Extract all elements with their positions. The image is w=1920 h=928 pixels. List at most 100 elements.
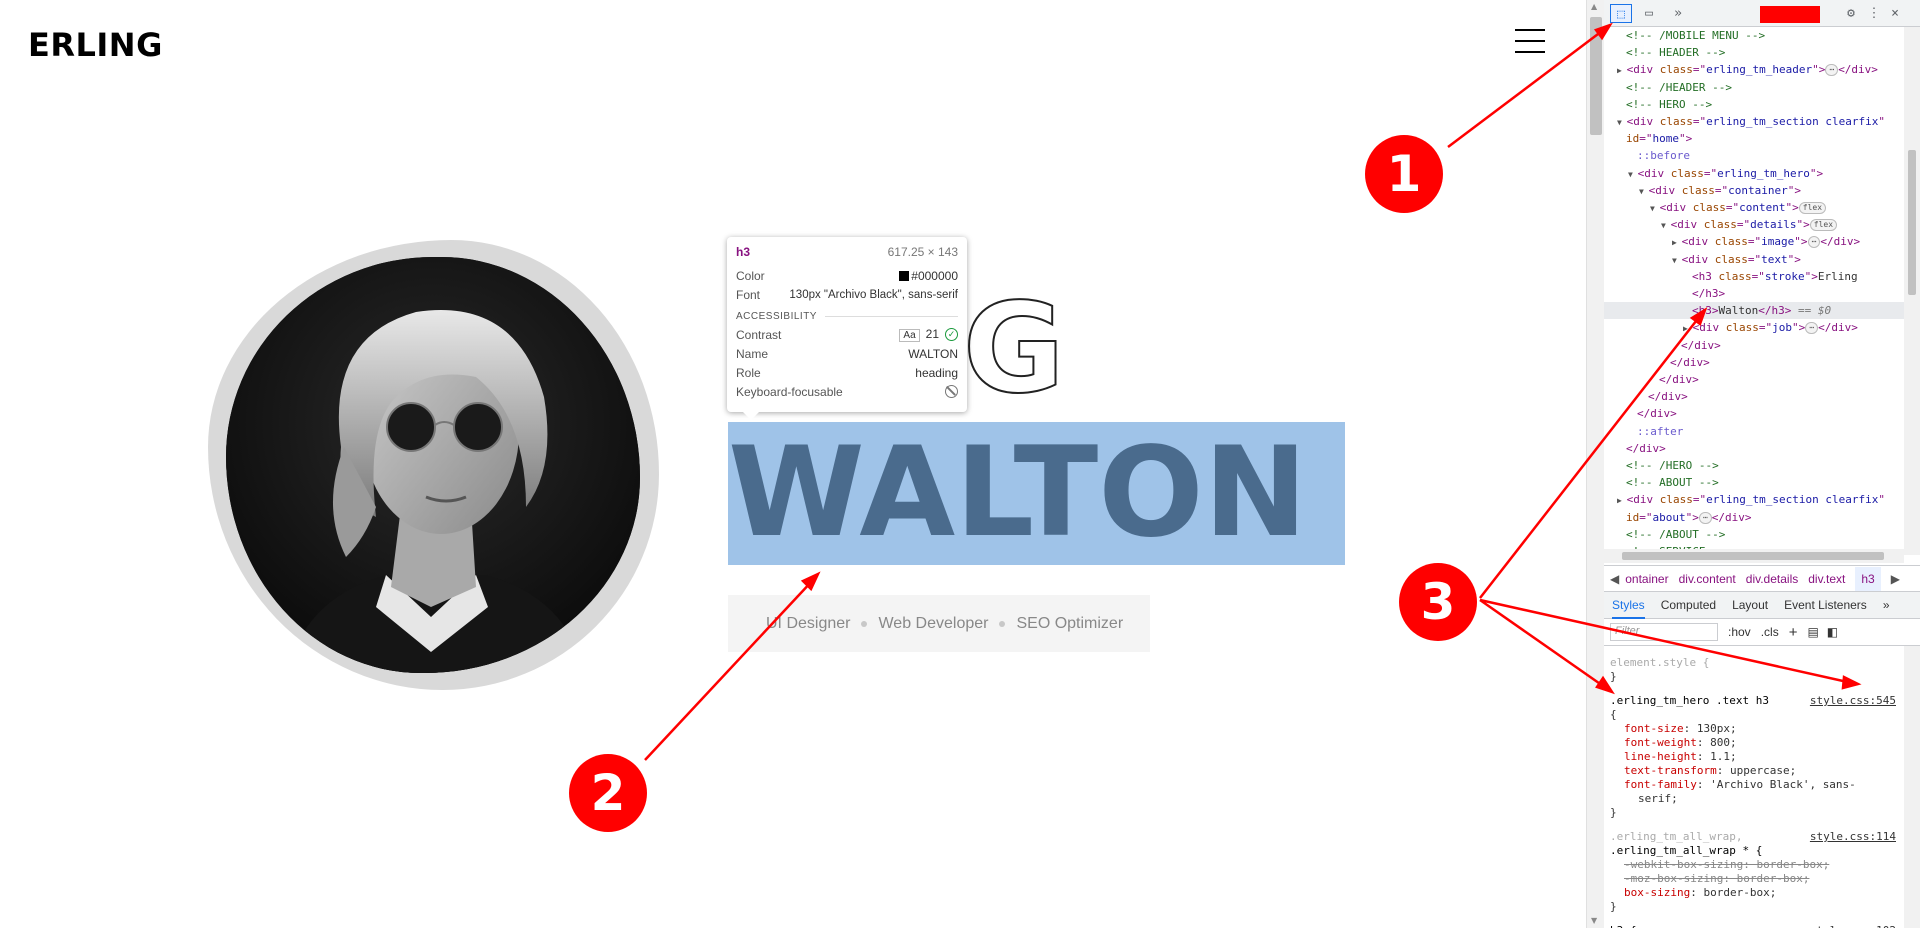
tab-event-listeners[interactable]: Event Listeners bbox=[1784, 598, 1867, 612]
dom-node-line[interactable]: ▼ <div class="details"> flex bbox=[1661, 216, 1838, 233]
dom-node-line[interactable]: ▶ <div class="job"> ⋯ </div> bbox=[1683, 319, 1858, 336]
collapse-triangle-icon[interactable]: ▶ bbox=[1683, 324, 1693, 333]
dom-node-line[interactable]: ::before bbox=[1637, 147, 1690, 164]
dom-node-line[interactable]: <!-- /ABOUT --> bbox=[1626, 526, 1725, 543]
site-logo[interactable]: ERLING bbox=[28, 26, 163, 64]
dom-node-line[interactable]: id="home"> bbox=[1626, 130, 1692, 147]
css-source-link[interactable]: style.css:102 bbox=[1810, 924, 1896, 928]
css-declaration[interactable]: font-family: 'Archivo Black', sans- bbox=[1610, 778, 1900, 792]
breadcrumb-right-arrow-icon[interactable]: ▶ bbox=[1891, 572, 1900, 586]
dom-node-line[interactable]: </div> bbox=[1670, 354, 1710, 371]
code-token: <!-- /HERO --> bbox=[1626, 459, 1719, 472]
breadcrumb-item-current[interactable]: h3 bbox=[1855, 566, 1881, 591]
expand-triangle-icon[interactable]: ▼ bbox=[1661, 221, 1671, 230]
dom-node-line[interactable]: <!-- /MOBILE MENU --> bbox=[1626, 27, 1765, 44]
css-declaration[interactable]: font-size: 130px; bbox=[1610, 722, 1900, 736]
dom-node-line[interactable]: ▶ <div class="erling_tm_section clearfix… bbox=[1617, 491, 1885, 508]
expand-triangle-icon[interactable]: ▼ bbox=[1639, 187, 1649, 196]
css-declaration[interactable]: } bbox=[1610, 806, 1900, 820]
dom-node-line[interactable]: ▼ <div class="text"> bbox=[1672, 251, 1801, 268]
css-source-link[interactable]: style.css:545 bbox=[1810, 694, 1896, 708]
dom-node-line[interactable]: <!-- ABOUT --> bbox=[1626, 474, 1719, 491]
css-declaration[interactable]: line-height: 1.1; bbox=[1610, 750, 1900, 764]
dom-node-line[interactable]: <!-- HEADER --> bbox=[1626, 44, 1725, 61]
dom-node-line[interactable]: ▼ <div class="erling_tm_hero"> bbox=[1628, 165, 1823, 182]
collapse-triangle-icon[interactable]: ▶ bbox=[1672, 238, 1682, 247]
css-rule[interactable]: .erling_tm_all_wrap, style.css:114 .erling… bbox=[1610, 830, 1900, 914]
dom-node-line[interactable]: ▶ <div class="image"> ⋯ </div> bbox=[1672, 233, 1860, 250]
page-scrollbar[interactable] bbox=[1586, 0, 1604, 928]
dom-node-line[interactable]: <!-- /HERO --> bbox=[1626, 457, 1719, 474]
sidebar-toggle-icon[interactable]: ◧ bbox=[1827, 625, 1838, 639]
expand-triangle-icon[interactable]: ▼ bbox=[1672, 256, 1682, 265]
dom-node-line[interactable]: </div> bbox=[1659, 371, 1699, 388]
css-declaration[interactable]: { bbox=[1610, 708, 1900, 722]
css-declaration[interactable]: -webkit-box-sizing: border-box; bbox=[1610, 858, 1900, 872]
collapse-triangle-icon[interactable]: ▶ bbox=[1617, 496, 1627, 505]
dom-node-line[interactable]: <h3 class="stroke">Erling bbox=[1692, 268, 1858, 285]
css-declaration[interactable]: -moz-box-sizing: border-box; bbox=[1610, 872, 1900, 886]
dom-node-line[interactable]: <h3>Walton</h3> == $0 bbox=[1692, 302, 1831, 319]
close-icon[interactable]: × bbox=[1886, 4, 1904, 23]
css-declaration[interactable]: font-weight: 800; bbox=[1610, 736, 1900, 750]
css-declaration[interactable]: box-sizing: border-box; bbox=[1610, 886, 1900, 900]
dom-node-line[interactable]: ▼ <div class="content"> flex bbox=[1650, 199, 1827, 216]
tab-layout[interactable]: Layout bbox=[1732, 598, 1768, 612]
css-declaration[interactable]: serif; bbox=[1610, 792, 1900, 806]
elements-horizontal-thumb[interactable] bbox=[1622, 552, 1884, 560]
device-toggle-icon[interactable]: ▭ bbox=[1638, 4, 1660, 23]
dom-node-line[interactable]: </h3> bbox=[1692, 285, 1725, 302]
paint-icon[interactable]: ▤ bbox=[1807, 625, 1818, 639]
css-rule[interactable]: element.style {} bbox=[1610, 656, 1900, 684]
styles-filter-input[interactable]: Filter bbox=[1610, 623, 1718, 641]
gear-icon[interactable]: ⚙ bbox=[1841, 4, 1861, 23]
scroll-up-arrow-icon[interactable]: ▲ bbox=[1591, 2, 1597, 11]
hamburger-menu-icon[interactable] bbox=[1515, 29, 1545, 54]
dom-node-line[interactable]: </div> bbox=[1681, 337, 1721, 354]
dom-node-line[interactable]: ▼ <div class="erling_tm_section clearfix… bbox=[1617, 113, 1885, 130]
elements-scrollbar-thumb[interactable] bbox=[1908, 150, 1916, 295]
dom-node-line[interactable]: </div> bbox=[1626, 440, 1666, 457]
collapse-triangle-icon[interactable]: ▶ bbox=[1617, 66, 1627, 75]
cls-toggle[interactable]: .cls bbox=[1761, 625, 1779, 639]
css-declaration[interactable]: } bbox=[1610, 670, 1900, 684]
tab-computed[interactable]: Computed bbox=[1661, 598, 1716, 612]
more-tabs-button[interactable]: » bbox=[1883, 598, 1890, 612]
dom-node-line[interactable]: ▼ <div class="container"> bbox=[1639, 182, 1801, 199]
css-declaration[interactable]: } bbox=[1610, 900, 1900, 914]
hov-toggle[interactable]: :hov bbox=[1728, 625, 1751, 639]
dom-node-line[interactable]: ▶ <div class="erling_tm_header"> ⋯ </div> bbox=[1617, 61, 1878, 78]
breadcrumb-item[interactable]: div.content bbox=[1679, 572, 1736, 586]
css-rule[interactable]: .erling_tm_hero .text h3 style.css:545{fo… bbox=[1610, 694, 1900, 820]
more-panels-button[interactable]: » bbox=[1667, 4, 1689, 23]
kebab-menu-icon[interactable]: ⋮ bbox=[1866, 4, 1882, 23]
dom-node-line[interactable]: <!-- HERO --> bbox=[1626, 96, 1712, 113]
tab-styles[interactable]: Styles bbox=[1612, 592, 1645, 619]
css-declaration[interactable]: .erling_tm_all_wrap * { bbox=[1610, 844, 1900, 858]
new-rule-button[interactable]: + bbox=[1789, 624, 1798, 641]
tooltip-name-value: WALTON bbox=[908, 346, 958, 361]
breadcrumb-item[interactable]: div.details bbox=[1746, 572, 1798, 586]
code-token: <!-- /HEADER --> bbox=[1626, 80, 1732, 94]
css-rule[interactable]: h3 {style.css:102 bbox=[1610, 924, 1900, 928]
css-declaration[interactable]: text-transform: uppercase; bbox=[1610, 764, 1900, 778]
tooltip-role-value: heading bbox=[915, 365, 958, 380]
dom-node-line[interactable]: id="about"> ⋯ </div> bbox=[1626, 509, 1751, 526]
css-source-link[interactable]: style.css:114 bbox=[1810, 830, 1896, 844]
inspect-element-icon[interactable]: ⬚ bbox=[1610, 4, 1632, 23]
breadcrumb-item[interactable]: div.text bbox=[1808, 572, 1845, 586]
expand-triangle-icon[interactable]: ▼ bbox=[1650, 204, 1660, 213]
page-scrollbar-thumb[interactable] bbox=[1590, 17, 1602, 135]
breadcrumb-item[interactable]: ontainer bbox=[1625, 572, 1668, 586]
dom-node-line[interactable]: </div> bbox=[1637, 405, 1677, 422]
expand-triangle-icon[interactable]: ▼ bbox=[1617, 118, 1627, 127]
dom-node-line[interactable]: </div> bbox=[1648, 388, 1688, 405]
expand-triangle-icon[interactable]: ▼ bbox=[1628, 170, 1638, 179]
breadcrumb-left-arrow-icon[interactable]: ◀ bbox=[1610, 572, 1619, 586]
dom-node-line[interactable]: ::after bbox=[1637, 423, 1683, 440]
styles-scrollbar[interactable] bbox=[1904, 646, 1920, 928]
scroll-down-arrow-icon[interactable]: ▼ bbox=[1591, 916, 1597, 925]
dom-node-line[interactable]: <!-- /HEADER --> bbox=[1626, 79, 1732, 96]
tooltip-contrast-label: Contrast bbox=[736, 327, 782, 342]
checkmark-icon: ✓ bbox=[945, 328, 958, 342]
